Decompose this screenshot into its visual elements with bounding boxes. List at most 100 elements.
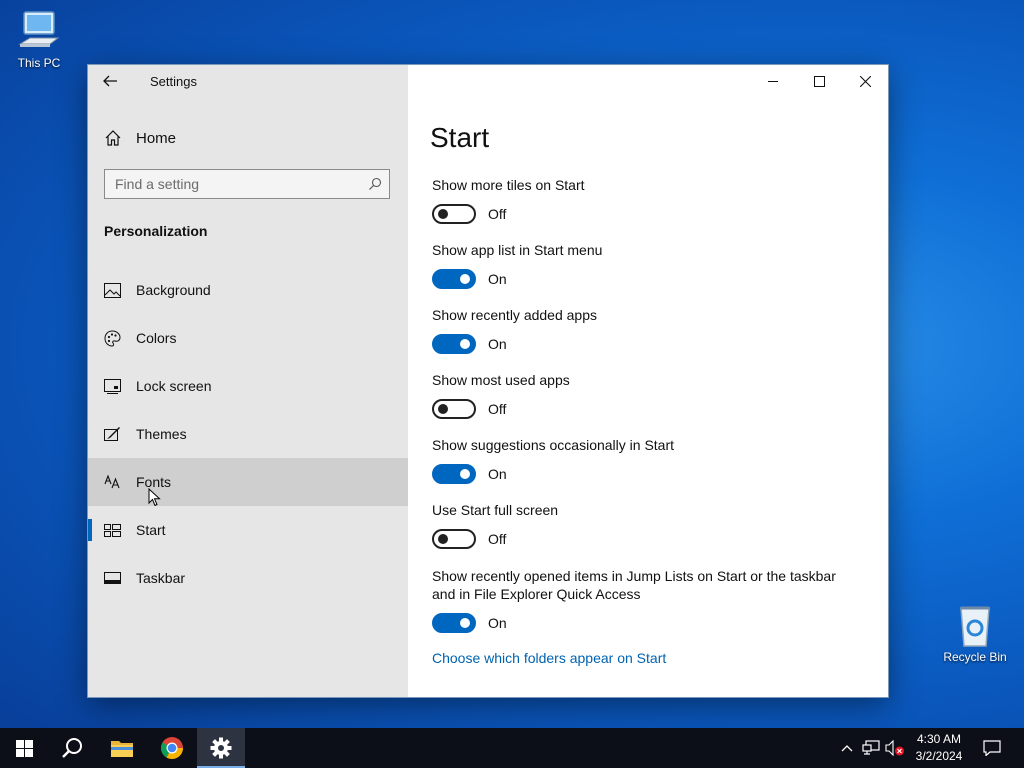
search-button[interactable] [48,728,96,768]
page-title: Start [430,122,490,153]
network-tray-button[interactable] [860,728,882,768]
desktop-icon-this-pc[interactable]: This PC [4,10,74,70]
back-button[interactable] [102,73,122,91]
toggle-switch[interactable] [432,613,476,633]
gear-icon [210,737,232,759]
maximize-icon [813,75,825,87]
start-layout-icon [104,522,121,539]
sidebar-item-start[interactable]: Start [88,506,408,554]
show-hidden-icons-button[interactable] [838,728,856,768]
sidebar-item-fonts[interactable]: Fonts [88,458,408,507]
chrome-button[interactable] [148,728,196,768]
setting-suggestions: Show suggestions occasionally in Start O… [432,436,852,484]
chevron-up-icon [841,745,853,752]
home-icon [105,130,121,146]
sidebar-item-lock-screen[interactable]: Lock screen [88,362,408,410]
home-label: Home [136,129,177,147]
sidebar-item-label: Lock screen [136,378,212,394]
fonts-icon [104,474,121,491]
brush-icon [104,426,121,443]
toggle-switch[interactable] [432,399,476,419]
windows-logo-icon [15,739,33,757]
desktop-icon-label: This PC [17,56,61,70]
toggle-switch[interactable] [432,464,476,484]
settings-window: Settings Home Personalization Background [88,65,888,697]
toggle-knob [460,618,470,628]
chrome-icon [161,737,183,759]
search-input[interactable] [115,176,355,192]
toggle-state: Off [488,401,507,417]
clock-time: 4:30 AM [916,732,962,746]
toggle-state: On [488,336,507,352]
action-center-button[interactable] [980,728,1004,768]
close-icon [859,75,871,87]
minimize-button[interactable] [750,65,796,97]
toggle-knob [460,469,470,479]
toggle-knob [460,339,470,349]
file-explorer-button[interactable] [98,728,146,768]
toggle-switch[interactable] [432,529,476,549]
setting-label: Use Start full screen [432,502,559,518]
toggle-knob [438,534,448,544]
computer-icon [18,11,60,47]
setting-recently-added: Show recently added apps On [432,306,852,354]
sidebar-item-label: Start [136,522,166,538]
section-title: Personalization [104,223,208,239]
close-button[interactable] [842,65,888,97]
sidebar-item-label: Taskbar [136,570,186,586]
sidebar-item-taskbar[interactable]: Taskbar [88,554,408,602]
setting-label-line1: Show recently opened items in Jump Lists… [432,568,836,584]
sidebar: Settings Home Personalization Background [88,65,408,697]
taskbar: 4:30 AM 3/2/2024 [0,728,1024,768]
toggle-state: On [488,466,507,482]
setting-full-screen: Use Start full screen Off [432,501,852,549]
lock-screen-icon [104,378,121,395]
setting-label: Show suggestions occasionally in Start [432,437,675,453]
mouse-cursor-icon [148,488,161,507]
setting-most-used: Show most used apps Off [432,371,852,419]
setting-app-list: Show app list in Start menu On [432,241,852,289]
toggle-knob [460,274,470,284]
toggle-knob [438,209,448,219]
recycle-bin-icon [960,606,990,647]
sidebar-item-colors[interactable]: Colors [88,314,408,362]
toggle-switch[interactable] [432,204,476,224]
choose-folders-link[interactable]: Choose which folders appear on Start [432,650,666,666]
search-icon [369,177,382,190]
setting-label: Show most used apps [432,372,570,388]
search-icon [62,738,82,758]
sidebar-item-background[interactable]: Background [88,266,408,314]
clock-date: 3/2/2024 [915,749,963,763]
toggle-knob [438,404,448,414]
toggle-state: Off [488,531,507,547]
setting-label: Show recently added apps [432,307,597,323]
clock[interactable]: 4:30 AM 3/2/2024 [902,731,976,765]
main-content: Start Show more tiles on Start Off Show … [408,65,888,697]
desktop-icon-recycle-bin[interactable]: Recycle Bin [940,602,1010,664]
image-icon [104,282,121,299]
palette-icon [104,329,121,347]
folder-icon [111,741,133,757]
start-button[interactable] [0,728,48,768]
window-title: Settings [150,74,197,89]
toggle-state: On [488,615,507,631]
toggle-switch[interactable] [432,269,476,289]
sidebar-home[interactable]: Home [104,127,176,149]
back-arrow-icon [103,75,117,87]
setting-jump-lists: Show recently opened items in Jump Lists… [432,567,852,633]
settings-taskbar-button[interactable] [197,728,245,768]
sidebar-item-label: Themes [136,426,187,442]
sidebar-item-themes[interactable]: Themes [88,410,408,458]
sidebar-item-label: Background [136,282,211,298]
setting-more-tiles: Show more tiles on Start Off [432,176,852,224]
maximize-button[interactable] [796,65,842,97]
search-box[interactable] [104,169,390,199]
setting-label-line2: and in File Explorer Quick Access [432,586,641,602]
notifications-icon [983,740,1001,756]
desktop-icon-label: Recycle Bin [943,650,1007,664]
toggle-switch[interactable] [432,334,476,354]
toggle-state: Off [488,206,507,222]
sidebar-item-label: Colors [136,330,177,346]
minimize-icon [768,81,778,82]
toggle-state: On [488,271,507,287]
